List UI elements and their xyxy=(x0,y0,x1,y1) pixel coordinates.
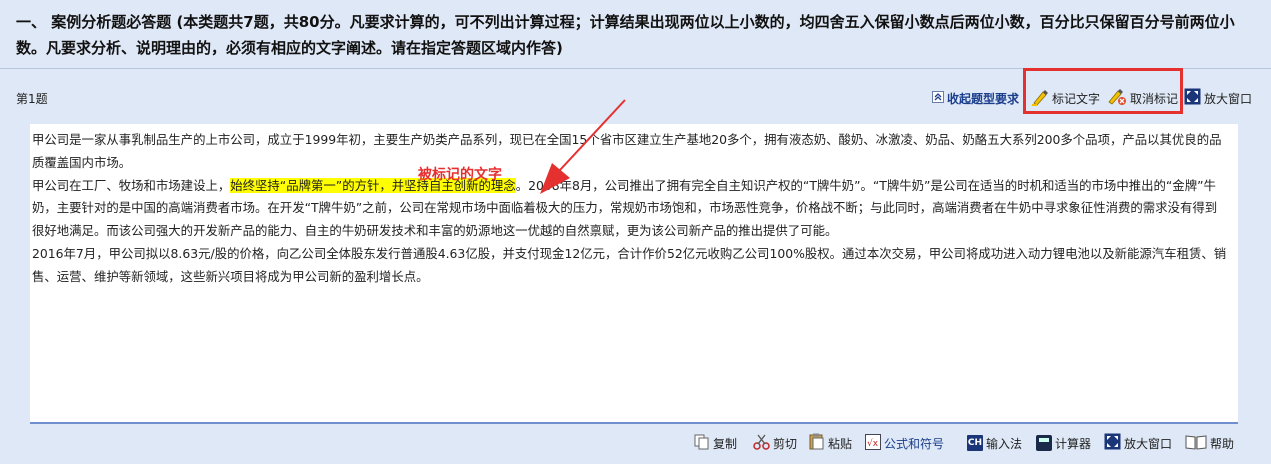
passage-paragraph-1: 甲公司是一家从事乳制品生产的上市公司，成立于1999年初，主要生产奶类产品系列，… xyxy=(32,132,1222,170)
copy-button[interactable]: 复制 xyxy=(694,432,737,454)
section-header: 一、 案例分析题必答题 (本类题共7题，共80分。凡要求计算的，可不列出计算过程… xyxy=(0,0,1271,69)
annotation-label: 被标记的文字 xyxy=(418,167,502,183)
paste-button[interactable]: 粘贴 xyxy=(809,432,852,454)
cut-button[interactable]: 剪切 xyxy=(753,432,797,454)
calculator-button[interactable]: 计算器 xyxy=(1036,432,1091,454)
formula-label: 公式和符号 xyxy=(884,436,945,451)
cut-label: 剪切 xyxy=(773,436,798,451)
copy-label: 复制 xyxy=(713,436,738,451)
formula-icon: √x xyxy=(865,433,881,453)
copy-icon xyxy=(694,434,710,453)
help-label: 帮助 xyxy=(1210,436,1235,451)
svg-text:√x: √x xyxy=(867,438,879,449)
enlarge-window-label: 放大窗口 xyxy=(1204,91,1253,106)
double-chevron-up-icon xyxy=(932,90,944,106)
input-method-button[interactable]: CH 输入法 xyxy=(967,432,1022,454)
question-content-area[interactable]: 甲公司是一家从事乳制品生产的上市公司，成立于1999年初，主要生产奶类产品系列，… xyxy=(30,124,1238,424)
section-instruction: 一、 案例分析题必答题 (本类题共7题，共80分。凡要求计算的，可不列出计算过程… xyxy=(16,13,1235,57)
formula-button[interactable]: √x 公式和符号 xyxy=(865,432,944,454)
calculator-label: 计算器 xyxy=(1055,436,1092,451)
clipboard-icon xyxy=(809,433,825,453)
collapse-requirements-label: 收起题型要求 xyxy=(947,91,1020,106)
passage-paragraph-3: 2016年7月，甲公司拟以8.63元/股的价格，向乙公司全体股东发行普通股4.6… xyxy=(32,245,1227,284)
scissors-icon xyxy=(753,434,770,453)
input-method-icon: CH xyxy=(967,435,983,451)
expand-window-icon xyxy=(1104,433,1121,453)
bottom-enlarge-window-label: 放大窗口 xyxy=(1124,436,1173,451)
bottom-enlarge-window-button[interactable]: 放大窗口 xyxy=(1104,432,1172,454)
book-icon xyxy=(1185,434,1207,453)
case-passage: 甲公司是一家从事乳制品生产的上市公司，成立于1999年初，主要生产奶类产品系列，… xyxy=(32,129,1228,289)
help-button[interactable]: 帮助 xyxy=(1185,432,1234,454)
question-number: 第1题 xyxy=(16,92,48,106)
passage-paragraph-2-start: 甲公司在工厂、牧场和市场建设上， xyxy=(32,177,231,193)
collapse-requirements-button[interactable]: 收起题型要求 xyxy=(932,88,1019,108)
calculator-icon xyxy=(1036,435,1052,451)
input-method-label: 输入法 xyxy=(986,436,1023,451)
enlarge-window-button[interactable]: 放大窗口 xyxy=(1184,88,1252,108)
expand-window-icon xyxy=(1184,88,1201,108)
editor-toolbar: 复制 剪切 粘贴 √x 公式和符号 CH 输入法 计算器 放大窗口 帮助 xyxy=(0,428,1271,458)
annotation-highlight-box xyxy=(1023,68,1183,114)
passage-paragraph-2: 甲公司在工厂、牧场和市场建设上，始终坚持“品牌第一”的方针，并坚持自主创新的理念… xyxy=(32,175,1228,243)
paste-label: 粘贴 xyxy=(828,436,853,451)
